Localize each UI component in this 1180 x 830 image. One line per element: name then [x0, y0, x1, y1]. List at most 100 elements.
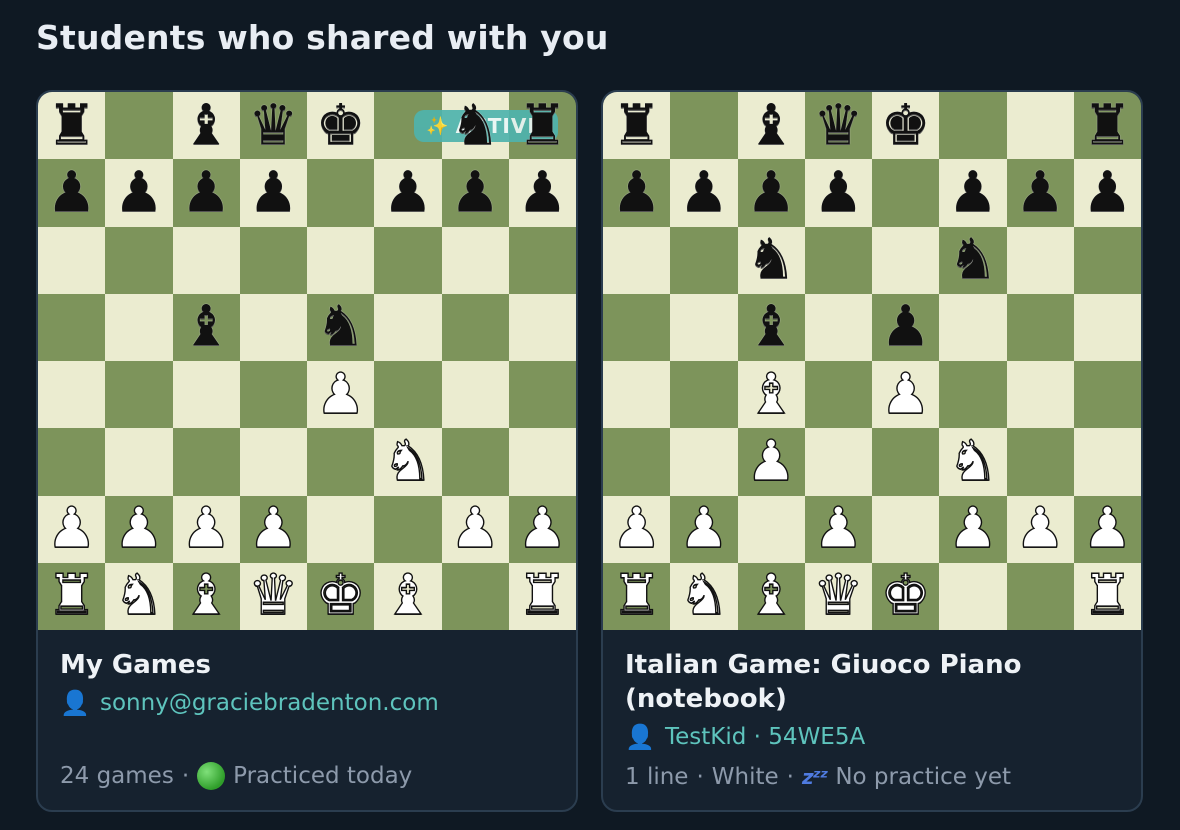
- square-e7[interactable]: [307, 159, 375, 227]
- square-h5[interactable]: [508, 293, 576, 361]
- square-h5[interactable]: [1073, 293, 1141, 361]
- square-a5[interactable]: [603, 293, 671, 361]
- square-a1[interactable]: ♜: [38, 562, 106, 630]
- square-a7[interactable]: ♟: [603, 159, 671, 227]
- square-a1[interactable]: ♜: [603, 562, 671, 630]
- square-b3[interactable]: [105, 428, 173, 496]
- square-f5[interactable]: [374, 293, 442, 361]
- square-a8[interactable]: ♜: [603, 92, 671, 160]
- square-d5[interactable]: [239, 293, 307, 361]
- chess-board[interactable]: ♜ ♝ ♛ ♚ ♜ ♟ ♟ ♟ ♟ ♟ ♟ ♟ ♞ ♞ ♝ ♟ ♝ ♟ ♟ ♞ ♟ ♟ ♟ ♟ ♟ ♟ ♜ ♞ ♝ ♛ ♚ ♜: [603, 92, 1141, 630]
- square-c4[interactable]: ♝: [737, 361, 805, 429]
- square-a6[interactable]: [38, 226, 106, 294]
- square-b3[interactable]: [670, 428, 738, 496]
- square-e4[interactable]: ♟: [307, 361, 375, 429]
- square-g7[interactable]: ♟: [441, 159, 509, 227]
- square-f6[interactable]: [374, 226, 442, 294]
- square-a4[interactable]: [38, 361, 106, 429]
- square-a2[interactable]: ♟: [38, 495, 106, 563]
- square-g8[interactable]: ♞: [441, 92, 509, 160]
- square-b6[interactable]: [105, 226, 173, 294]
- square-b1[interactable]: ♞: [670, 562, 738, 630]
- square-b1[interactable]: ♞: [105, 562, 173, 630]
- square-g1[interactable]: [1006, 562, 1074, 630]
- square-g8[interactable]: [1006, 92, 1074, 160]
- square-g5[interactable]: [1006, 293, 1074, 361]
- square-h2[interactable]: ♟: [1073, 495, 1141, 563]
- square-h3[interactable]: [1073, 428, 1141, 496]
- owner-link[interactable]: sonny@graciebradenton.com: [100, 688, 439, 718]
- square-d7[interactable]: ♟: [239, 159, 307, 227]
- square-f7[interactable]: ♟: [374, 159, 442, 227]
- square-b2[interactable]: ♟: [105, 495, 173, 563]
- square-c5[interactable]: ♝: [172, 293, 240, 361]
- square-c1[interactable]: ♝: [737, 562, 805, 630]
- study-card-my-games[interactable]: ♜ ♝ ♛ ♚ ♞ ♜ ♟ ♟ ♟ ♟ ♟ ♟ ♟ ♝ ♞ ♟ ♞ ♟ ♟ ♟ ♟ ♟ ♟ ♜ ♞ ♝ ♛ ♚ ♝ ♜ ✨ ACTIVE …: [36, 90, 578, 812]
- square-g1[interactable]: [441, 562, 509, 630]
- square-d6[interactable]: [804, 226, 872, 294]
- square-h8[interactable]: ♜: [508, 92, 576, 160]
- square-g6[interactable]: [441, 226, 509, 294]
- square-e1[interactable]: ♚: [307, 562, 375, 630]
- square-d7[interactable]: ♟: [804, 159, 872, 227]
- square-g7[interactable]: ♟: [1006, 159, 1074, 227]
- square-b8[interactable]: [670, 92, 738, 160]
- square-e1[interactable]: ♚: [872, 562, 940, 630]
- square-h2[interactable]: ♟: [508, 495, 576, 563]
- square-a8[interactable]: ♜: [38, 92, 106, 160]
- square-d1[interactable]: ♛: [804, 562, 872, 630]
- square-a7[interactable]: ♟: [38, 159, 106, 227]
- square-f4[interactable]: [374, 361, 442, 429]
- square-e6[interactable]: [872, 226, 940, 294]
- square-g2[interactable]: ♟: [1006, 495, 1074, 563]
- square-c6[interactable]: [172, 226, 240, 294]
- square-d2[interactable]: ♟: [804, 495, 872, 563]
- square-h6[interactable]: [1073, 226, 1141, 294]
- square-g4[interactable]: [1006, 361, 1074, 429]
- owner-link[interactable]: TestKid · 54WE5A: [665, 722, 865, 752]
- square-e4[interactable]: ♟: [872, 361, 940, 429]
- square-e8[interactable]: ♚: [307, 92, 375, 160]
- square-d1[interactable]: ♛: [239, 562, 307, 630]
- square-a2[interactable]: ♟: [603, 495, 671, 563]
- square-f1[interactable]: ♝: [374, 562, 442, 630]
- square-b2[interactable]: ♟: [670, 495, 738, 563]
- square-b8[interactable]: [105, 92, 173, 160]
- square-e3[interactable]: [307, 428, 375, 496]
- square-d8[interactable]: ♛: [239, 92, 307, 160]
- square-f1[interactable]: [939, 562, 1007, 630]
- square-e2[interactable]: [872, 495, 940, 563]
- square-h1[interactable]: ♜: [508, 562, 576, 630]
- square-c1[interactable]: ♝: [172, 562, 240, 630]
- square-d6[interactable]: [239, 226, 307, 294]
- square-c8[interactable]: ♝: [737, 92, 805, 160]
- square-c8[interactable]: ♝: [172, 92, 240, 160]
- study-card-italian-game[interactable]: ♜ ♝ ♛ ♚ ♜ ♟ ♟ ♟ ♟ ♟ ♟ ♟ ♞ ♞ ♝ ♟ ♝ ♟ ♟ ♞ ♟ ♟ ♟ ♟ ♟ ♟ ♜ ♞ ♝ ♛ ♚ ♜ Italian…: [601, 90, 1143, 812]
- square-c2[interactable]: ♟: [172, 495, 240, 563]
- square-b4[interactable]: [105, 361, 173, 429]
- square-d3[interactable]: [239, 428, 307, 496]
- square-g4[interactable]: [441, 361, 509, 429]
- square-c3[interactable]: ♟: [737, 428, 805, 496]
- square-e7[interactable]: [872, 159, 940, 227]
- square-b4[interactable]: [670, 361, 738, 429]
- square-f2[interactable]: [374, 495, 442, 563]
- square-f2[interactable]: ♟: [939, 495, 1007, 563]
- square-c7[interactable]: ♟: [737, 159, 805, 227]
- square-h7[interactable]: ♟: [1073, 159, 1141, 227]
- square-f7[interactable]: ♟: [939, 159, 1007, 227]
- square-d4[interactable]: [239, 361, 307, 429]
- square-f4[interactable]: [939, 361, 1007, 429]
- square-e6[interactable]: [307, 226, 375, 294]
- square-d4[interactable]: [804, 361, 872, 429]
- square-f6[interactable]: ♞: [939, 226, 1007, 294]
- square-d8[interactable]: ♛: [804, 92, 872, 160]
- square-c5[interactable]: ♝: [737, 293, 805, 361]
- square-c6[interactable]: ♞: [737, 226, 805, 294]
- square-e5[interactable]: ♞: [307, 293, 375, 361]
- square-f3[interactable]: ♞: [374, 428, 442, 496]
- square-g3[interactable]: [1006, 428, 1074, 496]
- square-h1[interactable]: ♜: [1073, 562, 1141, 630]
- square-e8[interactable]: ♚: [872, 92, 940, 160]
- chess-board[interactable]: ♜ ♝ ♛ ♚ ♞ ♜ ♟ ♟ ♟ ♟ ♟ ♟ ♟ ♝ ♞ ♟ ♞ ♟ ♟ ♟ ♟ ♟ ♟ ♜ ♞ ♝ ♛ ♚ ♝ ♜ ✨ ACTIVE: [38, 92, 576, 630]
